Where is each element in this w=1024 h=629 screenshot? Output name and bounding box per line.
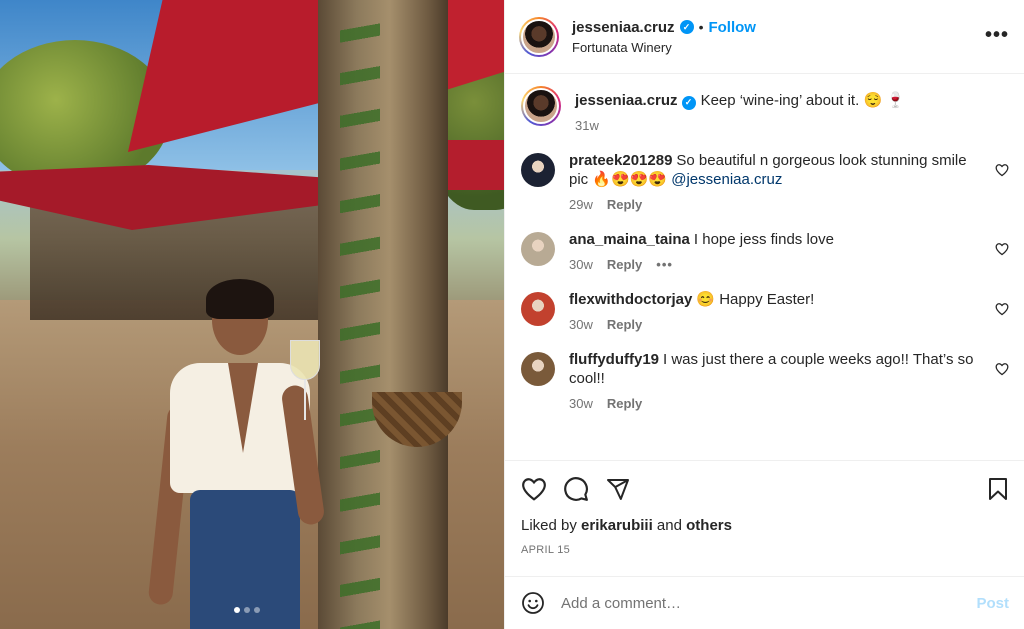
comment-input[interactable] xyxy=(561,594,977,612)
commenter-username[interactable]: fluffyduffy19 xyxy=(569,351,659,368)
comment-like-heart-icon[interactable] xyxy=(995,302,1009,316)
author-username[interactable]: jesseniaa.cruz xyxy=(572,19,675,36)
verified-badge-icon: ✓ xyxy=(681,95,696,110)
reply-button[interactable]: Reply xyxy=(607,396,642,411)
comment-item: ana_maina_taina I hope jess finds love 30w… xyxy=(521,230,1009,272)
photo-person-hair xyxy=(206,279,274,319)
comment-age[interactable]: 30w xyxy=(569,257,593,272)
comment-item: prateek201289 So beautiful n gorgeous loo… xyxy=(521,151,1009,212)
commenter-username[interactable]: ana_maina_taina xyxy=(569,231,690,248)
more-horizontal-icon[interactable]: ••• xyxy=(985,24,1009,47)
comment-like-heart-icon[interactable] xyxy=(995,242,1009,256)
header-separator: • xyxy=(698,19,704,35)
post-date[interactable]: APRIL 15 xyxy=(521,544,1009,556)
post-comment-button[interactable]: Post xyxy=(976,595,1009,612)
comment-body: flexwithdoctorjay 😊 Happy Easter! xyxy=(569,290,979,309)
bookmark-icon[interactable] xyxy=(987,477,1009,501)
likes-summary: Liked by erikarubiii and others xyxy=(521,517,1009,534)
verified-badge-icon: ✓ xyxy=(679,20,694,34)
caption-avatar[interactable] xyxy=(521,86,561,126)
liked-by-user[interactable]: erikarubiii xyxy=(581,517,653,534)
post-modal: jesseniaa.cruz ✓ • Follow Fortunata Wine… xyxy=(0,0,1024,629)
comment-age[interactable]: 30w xyxy=(569,396,593,411)
emoji-icon[interactable] xyxy=(521,591,545,615)
comment-text: 😊 Happy Easter! xyxy=(696,291,815,308)
commenter-avatar[interactable] xyxy=(521,232,555,266)
author-avatar[interactable] xyxy=(519,16,559,57)
reply-button[interactable]: Reply xyxy=(607,257,642,272)
reply-button[interactable]: Reply xyxy=(607,317,642,332)
follow-button[interactable]: Follow xyxy=(708,19,756,36)
comment-like-heart-icon[interactable] xyxy=(995,163,1009,177)
comments-list[interactable]: jesseniaa.cruz ✓ Keep ‘wine-ing’ about it.… xyxy=(505,74,1024,460)
post-location[interactable]: Fortunata Winery xyxy=(572,40,756,55)
carousel-dot[interactable] xyxy=(234,607,240,613)
post-header: jesseniaa.cruz ✓ • Follow Fortunata Wine… xyxy=(505,0,1024,74)
caption: jesseniaa.cruz ✓ Keep ‘wine-ing’ about it.… xyxy=(521,86,1009,133)
comment-age[interactable]: 30w xyxy=(569,317,593,332)
carousel-dot[interactable] xyxy=(244,607,250,613)
comment-like-heart-icon[interactable] xyxy=(995,362,1009,376)
add-comment-bar: Post xyxy=(505,576,1024,629)
liked-by-prefix: Liked by xyxy=(521,517,577,534)
commenter-username[interactable]: prateek201289 xyxy=(569,152,672,169)
commenter-username[interactable]: flexwithdoctorjay xyxy=(569,291,692,308)
commenter-avatar[interactable] xyxy=(521,292,555,326)
photo-vines xyxy=(340,0,380,629)
comment-body: ana_maina_taina I hope jess finds love xyxy=(569,230,979,249)
comment-item: flexwithdoctorjay 😊 Happy Easter! 30w Reply xyxy=(521,290,1009,332)
caption-username[interactable]: jesseniaa.cruz xyxy=(575,92,678,109)
heart-icon[interactable] xyxy=(521,477,547,501)
carousel-dots xyxy=(234,607,260,613)
comment-text: I hope jess finds love xyxy=(693,231,834,248)
comment-mention[interactable]: @jesseniaa.cruz xyxy=(671,171,782,188)
photo-red-sail xyxy=(440,140,504,190)
comment-age[interactable]: 29w xyxy=(569,197,593,212)
comment-icon[interactable] xyxy=(563,476,589,502)
commenter-avatar[interactable] xyxy=(521,352,555,386)
caption-age[interactable]: 31w xyxy=(575,118,599,133)
caption-text: Keep ‘wine-ing’ about it. 😌 🍷 xyxy=(700,92,905,109)
liked-by-others[interactable]: others xyxy=(686,517,732,534)
commenter-avatar[interactable] xyxy=(521,153,555,187)
comment-body: prateek201289 So beautiful n gorgeous loo… xyxy=(569,151,979,189)
post-photo[interactable] xyxy=(0,0,504,629)
photo-wine-glass xyxy=(290,340,320,420)
carousel-dot[interactable] xyxy=(254,607,260,613)
liked-by-and: and xyxy=(656,517,682,534)
photo-person xyxy=(147,279,335,629)
comment-item: fluffyduffy19 I was just there a couple w… xyxy=(521,350,1009,411)
share-icon[interactable] xyxy=(605,477,631,501)
photo-tree-trunk xyxy=(318,0,448,629)
comment-body: fluffyduffy19 I was just there a couple w… xyxy=(569,350,979,388)
post-details-panel: jesseniaa.cruz ✓ • Follow Fortunata Wine… xyxy=(504,0,1024,629)
comment-options-button[interactable]: ••• xyxy=(656,257,673,272)
reply-button[interactable]: Reply xyxy=(607,197,642,212)
post-actions: Liked by erikarubiii and others APRIL 15 xyxy=(505,460,1024,556)
